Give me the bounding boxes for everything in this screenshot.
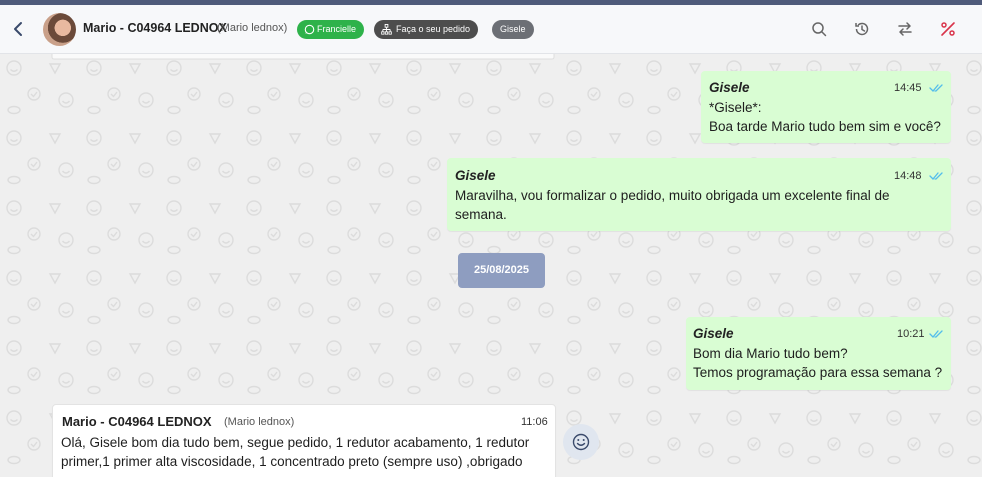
incoming-sender-name: Mario - C04964 LEDNOX: [62, 414, 212, 429]
outgoing-message[interactable]: Gisele 10:21 Bom dia Mario tudo bem? Tem…: [686, 317, 951, 390]
tag-francielle[interactable]: Francielle: [297, 20, 365, 39]
outgoing-message[interactable]: Gisele 14:45 *Gisele*: Boa tarde Mario t…: [701, 71, 951, 143]
contact-subtitle: (Mario lednox): [217, 22, 288, 34]
history-icon[interactable]: [853, 20, 871, 38]
message-time: 14:45: [894, 82, 922, 94]
double-check-icon: [929, 84, 943, 92]
message-text: Maravilha, vou formalizar o pedido, muit…: [455, 188, 890, 222]
message-text: Bom dia Mario tudo bem? Temos programaçã…: [693, 346, 943, 380]
incoming-message[interactable]: Mario - C04964 LEDNOX (Mario lednox) 11:…: [52, 404, 556, 477]
message-time: 14:48: [894, 170, 922, 182]
date-separator: 25/08/2025: [458, 253, 545, 288]
message-text: *Gisele*: Boa tarde Mario tudo bem sim e…: [709, 100, 941, 134]
message-time: 10:21: [897, 328, 925, 340]
contact-name[interactable]: Mario - C04964 LEDNOX: [83, 21, 227, 35]
double-check-icon: [929, 172, 943, 180]
contact-avatar[interactable]: [43, 13, 76, 46]
message-sender: Gisele: [455, 168, 496, 183]
back-arrow-icon[interactable]: [9, 19, 29, 39]
sitemap-icon: [381, 24, 392, 35]
transfer-icon[interactable]: [896, 20, 914, 38]
chat-area[interactable]: Gisele 14:45 *Gisele*: Boa tarde Mario t…: [0, 54, 982, 477]
search-icon[interactable]: [810, 20, 828, 38]
message-time: 11:06: [521, 416, 548, 428]
message-text: Olá, Gisele bom dia tudo bem, segue pedi…: [61, 435, 530, 469]
tag-label: Francielle: [317, 24, 357, 34]
tag-faca-o-seu-pedido[interactable]: Faça o seu pedido: [374, 20, 479, 39]
percent-icon[interactable]: [939, 20, 957, 38]
smiley-icon: [572, 433, 590, 451]
tag-label: Faça o seu pedido: [396, 24, 471, 34]
message-sender: Gisele: [709, 80, 750, 95]
emoji-reaction-button[interactable]: [563, 424, 599, 460]
chat-header: Mario - C04964 LEDNOX (Mario lednox) Fra…: [0, 5, 982, 54]
whatsapp-icon: [304, 24, 315, 35]
double-check-icon: [929, 330, 943, 338]
tag-gisele[interactable]: Gisele: [492, 20, 534, 39]
tag-label: Gisele: [500, 24, 526, 34]
incoming-sender-subtitle: (Mario lednox): [224, 416, 295, 428]
message-sender: Gisele: [693, 326, 734, 341]
outgoing-message[interactable]: Gisele 14:48 Maravilha, vou formalizar o…: [447, 158, 951, 231]
